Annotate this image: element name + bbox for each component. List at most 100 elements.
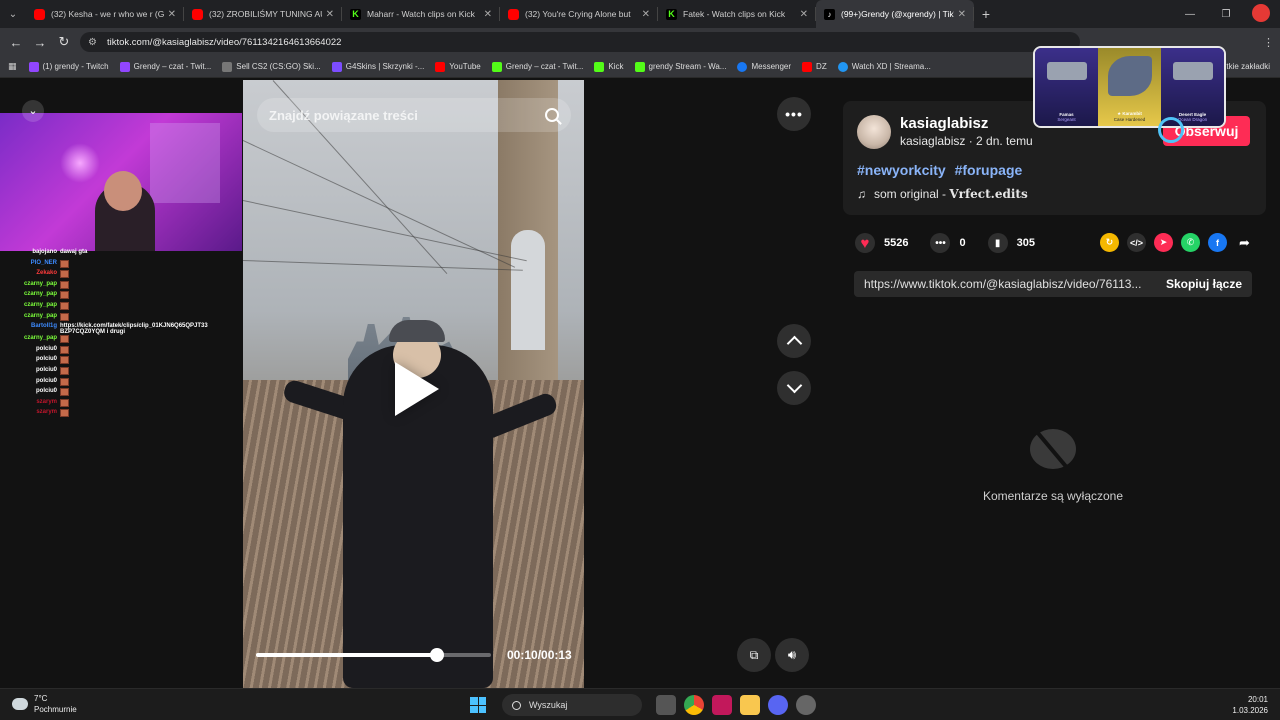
back-icon[interactable]: ← [4,35,28,50]
related-search-bar[interactable]: Znajdź powiązane treści [257,98,571,132]
bookmark-item[interactable]: (1) grendy - Twitch [28,61,109,72]
bookmark-label: (1) grendy - Twitch [42,62,109,71]
youtube-icon [508,8,519,20]
reload-icon[interactable]: ↻ [52,34,76,50]
app-icon[interactable] [796,695,816,715]
task-view-icon[interactable] [656,695,676,715]
skin-finish: Ocean Dragon [1177,117,1208,122]
chat-text [60,388,210,398]
avatar[interactable] [857,115,891,149]
emote-icon [60,388,69,397]
menu-icon[interactable]: ⋮ [1263,36,1274,49]
hashtag-link[interactable]: #newyorkcity [857,162,946,178]
floating-player-button[interactable]: ⧉ [737,638,771,672]
bookmark-label: Grendy – czat - Twit... [505,62,584,71]
previous-video-button[interactable] [777,324,811,358]
more-options-button[interactable]: ••• [777,97,811,131]
chrome-icon[interactable] [684,695,704,715]
taskbar-search[interactable]: Wyszukaj [502,694,642,716]
video-progress-knob[interactable] [429,648,444,662]
restore-icon[interactable]: ❐ [1208,9,1244,20]
windows-start-icon[interactable] [470,697,486,713]
tab-search-icon[interactable]: ⌄ [0,0,26,28]
comments-disabled-notice: Komentarze są wyłączone [955,425,1151,503]
hashtag-link[interactable]: #forupage [955,162,1023,178]
emote-icon [60,335,69,344]
close-tab-icon[interactable]: ✕ [800,9,808,20]
windows-taskbar: 7°C Pochmurnie Wyszukaj 20:01 1.03.2026 [0,688,1280,720]
profile-avatar[interactable] [1252,4,1270,22]
browser-tab[interactable]: (32) You're Crying Alone but ✕ [500,0,658,28]
like-button[interactable]: ♥ 5526 [855,233,908,253]
close-tab-icon[interactable]: ✕ [168,9,176,20]
next-video-button[interactable] [777,371,811,405]
bookmark-item[interactable]: Kick [594,61,624,72]
bookmark-item[interactable]: Messenger [737,61,791,72]
music-author: Vrfect.edits [949,187,1028,201]
chat-message: polciu0 [0,388,240,399]
chevron-down-icon[interactable]: ⌄ [22,100,44,122]
video-player[interactable]: Znajdź powiązane treści 00:10/00:13 [243,80,584,688]
close-tab-icon[interactable]: ✕ [326,9,334,20]
embed-icon[interactable]: </> [1127,233,1146,252]
close-tab-icon[interactable]: ✕ [642,9,650,20]
bookmark-item[interactable]: YouTube [435,61,481,72]
share-link-text[interactable]: https://www.tiktok.com/@kasiaglabisz/vid… [864,277,1156,291]
chat-message: szarym [0,409,240,420]
bookmark-item[interactable]: Grendy – czat - Twit... [491,61,584,72]
browser-tab[interactable]: K Fatek - Watch clips on Kick ✕ [658,0,816,28]
volume-button[interactable]: 🔊︎ [775,638,809,672]
bookmark-label: YouTube [449,62,481,71]
minimize-icon[interactable]: — [1172,9,1208,20]
new-tab-button[interactable]: + [974,6,998,22]
browser-tab[interactable]: K Maharr - Watch clips on Kick ✕ [342,0,500,28]
play-icon[interactable] [395,362,439,416]
comment-button[interactable]: ••• 0 [930,233,966,253]
bookmark-item[interactable]: G4Skins | Skrzynki -... [331,61,424,72]
other-bookmarks[interactable]: tkie zakładki [1226,62,1270,71]
bookmark-item[interactable]: DZ [802,61,827,72]
video-progress-bar[interactable] [256,648,491,662]
save-button[interactable]: ▮ 305 [987,233,1035,253]
search-icon [512,700,521,710]
taskbar-search-label: Wyszukaj [529,700,568,710]
whatsapp-icon[interactable]: ✆ [1181,233,1200,252]
search-icon[interactable] [545,108,559,122]
forward-icon[interactable]: → [28,35,52,50]
chat-text [60,345,210,356]
chevron-down-icon [786,377,802,394]
file-explorer-icon[interactable] [740,695,760,715]
author-name[interactable]: kasiaglabisz [900,115,988,132]
chat-message: czarny_pap [0,335,240,346]
close-tab-icon[interactable]: ✕ [484,9,492,20]
browser-tab[interactable]: (32) Kesha - we r who we r (Gre ✕ [26,0,184,28]
weather-widget[interactable]: 7°C Pochmurnie [12,693,77,715]
copy-link-button[interactable]: Skopiuj łącze [1166,277,1242,291]
system-clock[interactable]: 20:01 1.03.2026 [1232,694,1268,716]
close-tab-icon[interactable]: ✕ [958,9,966,20]
chat-message: polciu0 [0,366,240,378]
apps-icon[interactable]: ▦ [8,61,17,72]
karambit-icon [1107,56,1152,96]
browser-tab[interactable]: (32) ZROBILIŚMY TUNING AUTA ✕ [184,0,342,28]
send-icon[interactable]: ➤ [1154,233,1173,252]
site-info-icon[interactable]: ⚙ [88,37,97,48]
facebook-icon[interactable]: f [1208,233,1227,252]
chat-text [60,366,210,377]
bookmark-item[interactable]: Sell CS2 (CS:GO) Ski... [222,61,321,72]
volume-icon: 🔊︎ [787,647,797,662]
share-buttons: ↻ </> ➤ ✆ f ➦ [1100,233,1254,252]
address-bar[interactable]: ⚙ tiktok.com/@kasiaglabisz/video/7611342… [80,32,1080,52]
music-info[interactable]: ♫ som original - Vrfect.edits [857,187,1028,201]
discord-icon[interactable] [768,695,788,715]
chat-text [60,312,210,323]
share-icon[interactable]: ➦ [1235,233,1254,252]
bookmark-item[interactable]: Grendy – czat - Twit... [119,61,211,72]
chat-text [60,259,210,270]
browser-tab[interactable]: ♪ (99+)Grendy (@xgrendy) | TikTo ✕ [816,0,974,28]
emote-icon [60,377,69,386]
app-icon[interactable] [712,695,732,715]
bookmark-item[interactable]: Watch XD | Streama... [837,61,931,72]
repost-icon[interactable]: ↻ [1100,233,1119,252]
bookmark-item[interactable]: grendy Stream - Wa... [634,61,726,72]
